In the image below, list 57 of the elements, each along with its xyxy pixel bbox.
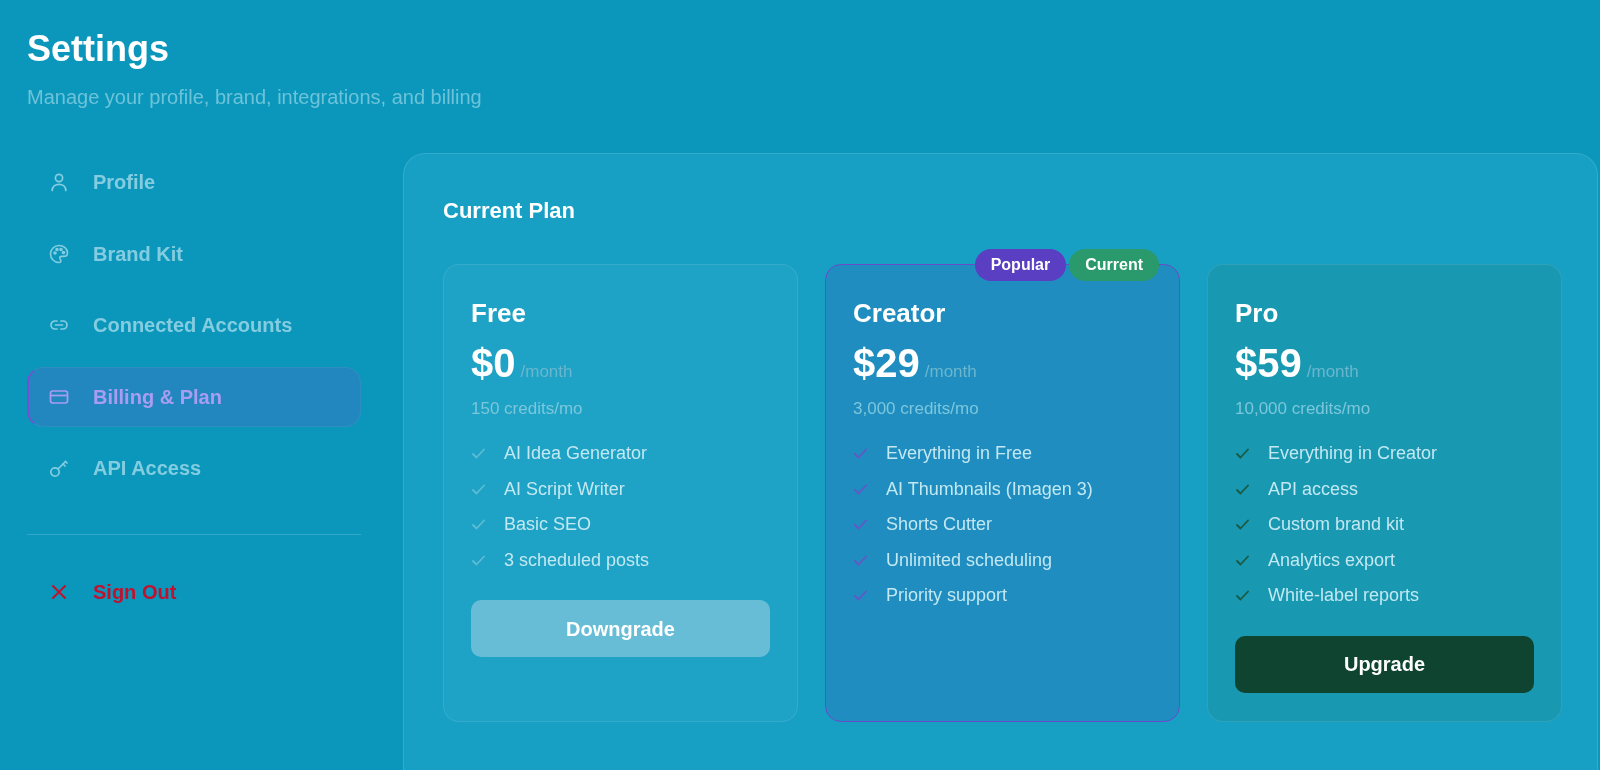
check-icon	[1236, 519, 1249, 531]
price-period: /month	[520, 362, 573, 382]
plan-name: Pro	[1235, 297, 1279, 329]
feature-text: API access	[1268, 478, 1359, 500]
feature-text: Custom brand kit	[1268, 514, 1405, 536]
check-icon	[854, 448, 867, 460]
check-icon	[854, 483, 867, 495]
credits-label: 10,000 credits/mo	[1235, 398, 1371, 420]
plan-price: $29	[853, 340, 920, 386]
feature-text: Everything in Free	[886, 443, 1033, 465]
price-period: /month	[1306, 362, 1359, 382]
plan-name: Free	[471, 297, 526, 329]
page-title: Settings	[27, 27, 169, 71]
check-icon	[1236, 590, 1249, 602]
feature-text: AI Idea Generator	[504, 443, 648, 465]
sign-out-button[interactable]: Sign Out	[27, 562, 361, 622]
credits-label: 3,000 credits/mo	[853, 398, 979, 420]
check-icon	[472, 448, 485, 460]
check-icon	[854, 590, 867, 602]
check-icon	[472, 554, 485, 566]
check-icon	[854, 519, 867, 531]
check-icon	[1236, 483, 1249, 495]
feature-text: Everything in Creator	[1268, 443, 1438, 465]
sidebar-item[interactable]: API Access	[27, 438, 361, 498]
check-icon	[1236, 554, 1249, 566]
plan-price: $0	[471, 340, 516, 386]
page-subtitle: Manage your profile, brand, integrations, and billing	[27, 85, 482, 110]
check-icon	[1236, 448, 1249, 460]
sidebar-item[interactable]: Connected Accounts	[27, 295, 361, 355]
key-icon	[49, 458, 69, 478]
feature-text: Shorts Cutter	[886, 514, 993, 536]
plan-badge: Popular	[974, 249, 1067, 281]
feature-text: Basic SEO	[504, 514, 592, 536]
check-icon	[854, 554, 867, 566]
upgrade-button[interactable]: Upgrade	[1235, 635, 1534, 693]
downgrade-button[interactable]: Downgrade	[471, 600, 770, 657]
plan-price: $59	[1235, 340, 1302, 386]
plan-name: Creator	[853, 297, 946, 329]
check-icon	[472, 519, 485, 531]
feature-text: Unlimited scheduling	[886, 549, 1053, 571]
feature-text: 3 scheduled posts	[504, 549, 650, 571]
feature-text: White-label reports	[1268, 585, 1420, 607]
sidebar-item[interactable]: Profile	[27, 152, 361, 212]
plan-badge: Current	[1069, 249, 1159, 281]
close-icon	[52, 585, 66, 599]
check-icon	[472, 483, 485, 495]
credits-label: 150 credits/mo	[471, 398, 583, 420]
section-title: Current Plan	[443, 197, 576, 225]
feature-text: AI Script Writer	[504, 478, 625, 500]
person-icon	[49, 172, 69, 192]
feature-text: Priority support	[886, 585, 1008, 607]
sidebar-item[interactable]: Billing & Plan	[27, 366, 361, 427]
sidebar-item[interactable]: Brand Kit	[27, 223, 361, 284]
price-period: /month	[924, 362, 977, 382]
feature-text: AI Thumbnails (Imagen 3)	[886, 478, 1093, 500]
palette-icon	[49, 243, 69, 264]
feature-text: Analytics export	[1268, 549, 1396, 571]
